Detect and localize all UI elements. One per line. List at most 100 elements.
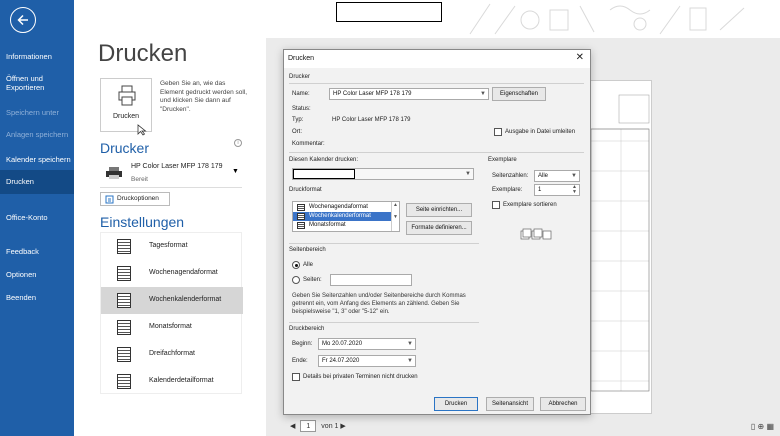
define-styles-button[interactable]: Formate definieren... (406, 221, 472, 235)
print-button-label: Drucken (112, 113, 140, 120)
page-setup-button[interactable]: Seite einrichten... (406, 203, 472, 217)
printer-dropdown[interactable]: HP Color Laser MFP 178 179 Bereit ▼ (100, 158, 242, 188)
nav-drucken[interactable]: Drucken (0, 170, 74, 194)
fit-page-icon[interactable]: ⊕ (758, 422, 765, 431)
printer-section-title: Drucker (100, 140, 150, 156)
nav-informationen[interactable]: Informationen (0, 52, 74, 61)
pages-radio[interactable] (292, 276, 300, 284)
chevron-down-icon: ▼ (232, 168, 239, 175)
printer-options-button[interactable]: Druckoptionen (100, 192, 170, 206)
end-label: Ende: (292, 358, 308, 364)
status-label: Status: (292, 106, 311, 112)
weekly-calendar-style-icon (117, 293, 131, 308)
multi-page-icon[interactable]: ▦ (766, 422, 774, 431)
printer-group-label: Drucker (289, 74, 311, 80)
divider (289, 322, 479, 323)
print-dialog-button[interactable]: Drucken (434, 397, 478, 411)
divider (289, 83, 584, 84)
format-list[interactable]: Wochenagendaformat Wochenkalenderformat … (292, 201, 400, 232)
actual-size-icon[interactable]: ▯ (751, 422, 755, 431)
start-date-select[interactable]: Mo 20.07.2020 ▼ (318, 338, 416, 350)
chevron-down-icon: ▼ (407, 358, 413, 364)
format-option[interactable]: Monatsformat (293, 221, 391, 230)
view-controls: ▯ ⊕ ▦ (751, 422, 774, 431)
dialog-title: Drucken (284, 50, 590, 68)
preview-page[interactable] (586, 80, 652, 414)
style-wochenkalenderformat[interactable]: Wochenkalenderformat (101, 287, 243, 314)
info-icon[interactable]: i (234, 139, 242, 147)
page-of-label: von 1 (321, 423, 339, 430)
window-title-box (336, 2, 442, 22)
hide-private-checkbox[interactable] (292, 373, 300, 381)
style-tagesformat[interactable]: Tagesformat (101, 233, 243, 260)
type-value: HP Color Laser MFP 178 179 (332, 117, 411, 123)
type-label: Typ: (292, 117, 304, 123)
next-page-icon[interactable]: ▶ (340, 423, 345, 430)
format-option-selected[interactable]: Wochenkalenderformat (293, 212, 391, 221)
format-icon (297, 213, 305, 220)
properties-button[interactable]: Eigenschaften (492, 87, 546, 101)
all-pages-label: Alle (303, 262, 314, 268)
page-number-input[interactable]: 1 (300, 420, 317, 432)
chevron-down-icon: ▼ (465, 171, 471, 177)
page-navigator: ◀ 1 von 1 ▶ (290, 420, 346, 432)
print-to-file-checkbox[interactable] (494, 128, 502, 136)
preview-page-content (590, 94, 650, 392)
print-dialog: Drucken ✕ Drucker Name: HP Color Laser M… (283, 49, 591, 415)
printer-name-select[interactable]: HP Color Laser MFP 178 179 ▼ (329, 88, 489, 100)
pages-label: Seiten: (303, 277, 322, 283)
end-date-select[interactable]: Fr 24.07.2020 ▼ (318, 355, 416, 367)
cursor-icon (137, 124, 147, 136)
printer-options-label: Druckoptionen (117, 195, 159, 202)
all-pages-radio[interactable] (292, 261, 300, 269)
page-range-hint: Geben Sie Seitenzahlen und/oder Seitenbe… (292, 293, 466, 315)
name-label: Name: (292, 91, 310, 97)
format-icon (297, 204, 305, 211)
divider (289, 152, 584, 153)
nav-anlagen-speichern: Anlagen speichern (6, 130, 69, 139)
copies-label: Exemplare: (492, 187, 523, 193)
print-style-list: Tagesformat Wochenagendaformat Wochenkal… (100, 232, 243, 395)
trifold-style-icon (117, 347, 131, 362)
calendar-name-box (293, 169, 355, 179)
nav-speichern-unter: Speichern unter (6, 108, 59, 117)
style-monatsformat[interactable]: Monatsformat (101, 314, 243, 341)
page-count-select[interactable]: Alle ▼ (534, 170, 580, 182)
nav-office-konto[interactable]: Office-Konto (0, 213, 48, 222)
weekly-agenda-style-icon (117, 266, 131, 281)
close-icon[interactable]: ✕ (576, 52, 584, 63)
arrow-left-icon (17, 14, 28, 26)
back-button[interactable] (10, 7, 36, 33)
format-option[interactable]: Wochenagendaformat (293, 203, 391, 212)
collate-pages-icon (520, 228, 552, 240)
style-wochenagendaformat[interactable]: Wochenagendaformat (101, 260, 243, 287)
daily-style-icon (117, 239, 131, 254)
nav-beenden[interactable]: Beenden (0, 293, 74, 302)
printer-device-icon (106, 167, 122, 179)
nav-oeffnen-exportieren[interactable]: Öffnen und Exportieren (0, 74, 60, 92)
comment-label: Kommentar: (292, 141, 325, 147)
divider (289, 243, 479, 244)
chevron-down-icon: ▼ (571, 173, 577, 179)
cancel-button[interactable]: Abbrechen (540, 397, 586, 411)
nav-kalender-speichern[interactable]: Kalender speichern (0, 155, 74, 164)
copies-input[interactable]: 1 ▲ ▼ (534, 184, 580, 196)
collate-label: Exemplare sortieren (503, 202, 557, 208)
stepper-arrows-icon[interactable]: ▲ ▼ (572, 185, 577, 195)
backstage-sidebar: Informationen Öffnen und Exportieren Spe… (0, 0, 74, 436)
preview-button[interactable]: Seitenansicht (486, 397, 534, 411)
copies-group-label: Exemplare (488, 157, 517, 163)
style-dreifachformat[interactable]: Dreifachformat (101, 341, 243, 368)
prev-page-icon[interactable]: ◀ (290, 423, 295, 430)
format-icon (297, 222, 305, 229)
pages-input[interactable] (330, 274, 412, 286)
format-list-scrollbar[interactable]: ▲ ▼ (391, 202, 399, 231)
nav-optionen[interactable]: Optionen (0, 270, 74, 279)
print-description: Geben Sie an, wie das Element gedruckt w… (160, 80, 248, 113)
chevron-down-icon: ▼ (480, 91, 486, 97)
page-title: Drucken (98, 40, 188, 67)
nav-feedback[interactable]: Feedback (0, 247, 74, 256)
collate-checkbox[interactable] (492, 201, 500, 209)
style-kalenderdetailformat[interactable]: Kalenderdetailformat (101, 368, 243, 395)
calendar-label: Diesen Kalender drucken: (289, 157, 359, 163)
